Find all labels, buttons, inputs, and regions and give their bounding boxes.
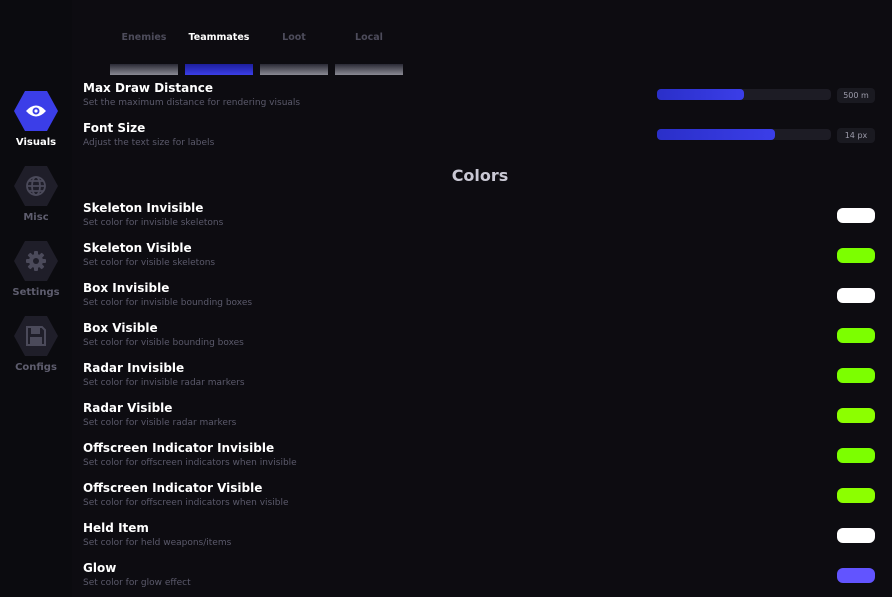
nav-item-configs[interactable]: Configs	[0, 316, 72, 373]
tab-label: Loot	[282, 32, 306, 43]
nav-item-visuals[interactable]: Visuals	[0, 91, 72, 148]
setting-skeleton-invisible: Skeleton Invisible Set color for invisib…	[83, 201, 223, 229]
setting-description: Set color for offscreen indicators when …	[83, 458, 297, 468]
box-visible-color-swatch[interactable]	[837, 328, 875, 343]
setting-description: Set color for glow effect	[83, 578, 191, 588]
setting-description: Set color for invisible skeletons	[83, 218, 224, 228]
setting-description: Set color for invisible radar markers	[83, 378, 245, 388]
nav-item-settings[interactable]: Settings	[0, 241, 72, 298]
setting-radar-invisible: Radar Invisible Set color for invisible …	[83, 361, 245, 389]
setting-title: Radar Invisible	[83, 361, 185, 375]
tab-indicator	[335, 64, 403, 75]
setting-description: Set color for visible skeletons	[83, 258, 216, 268]
setting-description: Set color for visible bounding boxes	[83, 338, 244, 348]
glow-color-swatch[interactable]	[837, 568, 875, 583]
skeleton-invisible-color-swatch[interactable]	[837, 208, 875, 223]
slider-fill	[657, 89, 744, 100]
setting-font-size: Font Size Adjust the text size for label…	[83, 121, 214, 149]
setting-title: Box Visible	[83, 321, 158, 335]
max-draw-distance-value: 500 m	[837, 88, 875, 103]
setting-box-invisible: Box Invisible Set color for invisible bo…	[83, 281, 252, 309]
eye-icon	[14, 91, 58, 131]
setting-skeleton-visible: Skeleton Visible Set color for visible s…	[83, 241, 215, 269]
nav-label-misc: Misc	[23, 212, 49, 223]
setting-description: Set color for held weapons/items	[83, 538, 232, 548]
setting-title: Radar Visible	[83, 401, 173, 415]
tab-loot[interactable]: Loot	[260, 0, 328, 76]
setting-offscreen-indicator-invisible: Offscreen Indicator Invisible Set color …	[83, 441, 297, 469]
held-item-color-swatch[interactable]	[837, 528, 875, 543]
tab-enemies[interactable]: Enemies	[110, 0, 178, 76]
gear-icon	[14, 241, 58, 281]
nav-label-settings: Settings	[12, 287, 60, 298]
setting-description: Set color for visible radar markers	[83, 418, 237, 428]
setting-description: Adjust the text size for labels	[83, 138, 215, 148]
nav-label-configs: Configs	[15, 362, 57, 373]
box-invisible-color-swatch[interactable]	[837, 288, 875, 303]
setting-title: Held Item	[83, 521, 149, 535]
setting-description: Set color for invisible bounding boxes	[83, 298, 253, 308]
setting-radar-visible: Radar Visible Set color for visible rada…	[83, 401, 236, 429]
tab-label: Enemies	[121, 32, 167, 43]
tab-indicator	[110, 64, 178, 75]
max-draw-distance-slider[interactable]	[657, 89, 831, 100]
setting-title: Offscreen Indicator Invisible	[83, 441, 275, 455]
font-size-slider[interactable]	[657, 129, 831, 140]
colors-heading: Colors	[451, 166, 509, 185]
nav-label-visuals: Visuals	[15, 137, 57, 148]
tab-teammates[interactable]: Teammates	[185, 0, 253, 76]
setting-offscreen-indicator-visible: Offscreen Indicator Visible Set color fo…	[83, 481, 288, 509]
save-icon	[14, 316, 58, 356]
setting-title: Skeleton Visible	[83, 241, 192, 255]
offscreen-indicator-visible-color-swatch[interactable]	[837, 488, 875, 503]
skeleton-visible-color-swatch[interactable]	[837, 248, 875, 263]
slider-fill	[657, 129, 776, 140]
font-size-value: 14 px	[837, 128, 875, 143]
setting-description: Set the maximum distance for rendering v…	[83, 98, 301, 108]
setting-title: Box Invisible	[83, 281, 170, 295]
setting-box-visible: Box Visible Set color for visible boundi…	[83, 321, 244, 349]
tab-local[interactable]: Local	[335, 0, 403, 76]
setting-description: Set color for offscreen indicators when …	[83, 498, 289, 508]
tab-label: Local	[355, 32, 383, 43]
setting-title: Glow	[83, 561, 117, 575]
tab-indicator-active	[185, 64, 253, 75]
setting-held-item: Held Item Set color for held weapons/ite…	[83, 521, 231, 549]
setting-title: Max Draw Distance	[83, 81, 214, 95]
tab-label: Teammates	[188, 32, 250, 43]
setting-title: Skeleton Invisible	[83, 201, 204, 215]
radar-visible-color-swatch[interactable]	[837, 408, 875, 423]
tab-indicator	[260, 64, 328, 75]
setting-title: Offscreen Indicator Visible	[83, 481, 263, 495]
radar-invisible-color-swatch[interactable]	[837, 368, 875, 383]
setting-max-draw-distance: Max Draw Distance Set the maximum distan…	[83, 81, 300, 109]
offscreen-indicator-invisible-color-swatch[interactable]	[837, 448, 875, 463]
setting-title: Font Size	[83, 121, 146, 135]
sidebar: Visuals Misc Settings Configs	[0, 0, 72, 597]
setting-glow: Glow Set color for glow effect	[83, 561, 191, 589]
